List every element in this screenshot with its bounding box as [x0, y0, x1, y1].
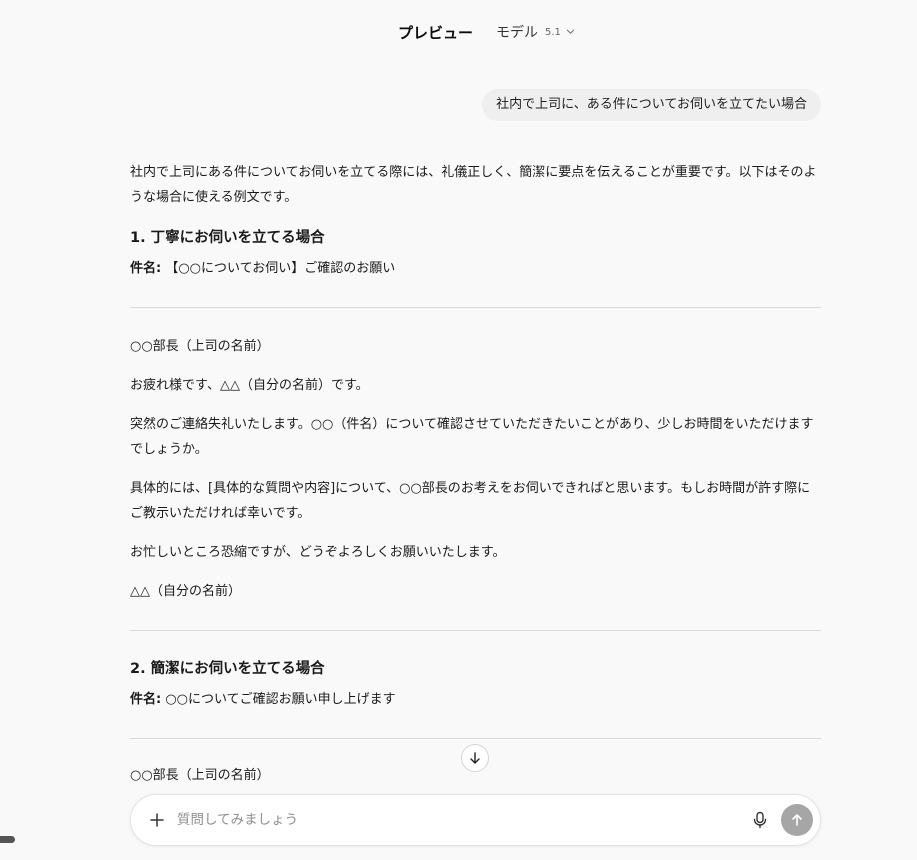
divider — [130, 630, 821, 631]
letter-paragraph: 具体的には、[具体的な質問や内容]について、○○部長のお考えをお伺いできればと思… — [130, 481, 811, 521]
letter-paragraph: お疲れ様です、△△（自分の名前）です。 — [130, 378, 369, 393]
divider — [130, 738, 821, 739]
subject-line: 件名: ○○についてご確認お願い申し上げます — [130, 687, 821, 712]
plus-icon — [150, 813, 164, 827]
arrow-down-icon — [470, 752, 480, 764]
section-heading: 1. 丁寧にお伺いを立てる場合 — [130, 230, 325, 246]
subject-text: 【○○についてお伺い】ご確認のお願い — [161, 261, 396, 276]
voice-input-button[interactable] — [748, 808, 772, 832]
subject-label: 件名: — [130, 261, 162, 276]
subject-text: ○○についてご確認お願い申し上げます — [161, 692, 396, 707]
response-intro: 社内で上司にある件についてお伺いを立てる際には、礼儀正しく、簡潔に要点を伝えるこ… — [130, 165, 817, 205]
letter-paragraph: ○○部長（上司の名前） — [130, 339, 270, 354]
assistant-response: 社内で上司にある件についてお伺いを立てる際には、礼儀正しく、簡潔に要点を伝えるこ… — [130, 160, 821, 788]
section-heading: 2. 簡潔にお伺いを立てる場合 — [130, 661, 325, 677]
message-composer — [130, 794, 821, 846]
model-label: モデル — [496, 25, 538, 41]
attach-button[interactable] — [145, 808, 169, 832]
bottom-band — [0, 848, 917, 860]
chevron-down-icon — [566, 29, 575, 34]
model-selector[interactable]: モデル 5.1 — [496, 22, 575, 42]
letter-paragraph: 突然のご連絡失礼いたします。○○（件名）について確認させていただきたいことがあり… — [130, 417, 814, 457]
divider — [130, 307, 821, 308]
tab-preview[interactable]: プレビュー — [398, 22, 473, 43]
user-message-bubble: 社内で上司に、ある件についてお伺いを立てたい場合 — [482, 89, 821, 121]
subject-line: 件名: 【○○についてお伺い】ご確認のお願い — [130, 256, 821, 281]
arrow-up-icon — [792, 814, 802, 826]
microphone-icon — [753, 811, 767, 829]
send-button[interactable] — [781, 804, 813, 836]
side-panel-handle[interactable] — [0, 836, 15, 843]
message-input[interactable] — [177, 807, 737, 833]
top-header: プレビュー モデル 5.1 — [0, 18, 917, 48]
letter-paragraph: お忙しいところ恐縮ですが、どうぞよろしくお願いいたします。 — [130, 545, 506, 560]
letter-paragraph: △△（自分の名前） — [130, 584, 241, 599]
model-version: 5.1 — [545, 26, 561, 38]
scroll-down-button[interactable] — [461, 744, 489, 772]
subject-label: 件名: — [130, 692, 162, 707]
chat-page: プレビュー モデル 5.1 社内で上司に、ある件についてお伺いを立てたい場合 社… — [0, 0, 917, 860]
